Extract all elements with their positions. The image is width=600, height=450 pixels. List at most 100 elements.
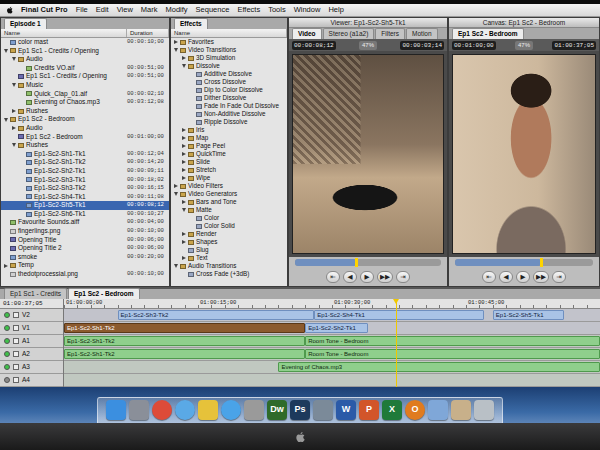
disclosure-triangle-icon[interactable] <box>182 136 186 140</box>
disclosure-triangle-icon[interactable] <box>182 240 186 244</box>
menu-item[interactable]: Effects <box>237 4 260 16</box>
dock-app-icon[interactable]: Ps <box>290 400 310 420</box>
disclosure-triangle-icon[interactable] <box>12 109 16 113</box>
disclosure-triangle-icon[interactable] <box>174 192 178 196</box>
timeline-clip[interactable]: Room Tone - Bedroom <box>305 349 600 359</box>
tab[interactable]: Filters <box>375 28 405 39</box>
column-title[interactable]: Duration <box>127 29 169 37</box>
transport-button[interactable]: ▶ <box>516 271 530 283</box>
effect-row[interactable]: Video Transitions <box>171 46 287 54</box>
browser-row[interactable]: thedotprocessial.png00:00:10;00 <box>1 270 169 279</box>
dock-app-icon[interactable] <box>474 400 494 420</box>
dock-app-icon[interactable]: O <box>405 400 425 420</box>
track-toggle[interactable] <box>4 351 10 357</box>
browser-row[interactable]: color mast00:00:10;00 <box>1 38 169 47</box>
effect-row[interactable]: Page Peel <box>171 142 287 150</box>
effect-row[interactable]: Fade In Fade Out Dissolve <box>171 102 287 110</box>
effect-row[interactable]: Color <box>171 214 287 222</box>
effect-row[interactable]: Favorites <box>171 38 287 46</box>
disclosure-triangle-icon[interactable] <box>182 128 186 132</box>
disclosure-triangle-icon[interactable] <box>182 256 186 260</box>
transport-button[interactable]: ⇤ <box>326 271 340 283</box>
browser-row[interactable]: smoke00:00:20;00 <box>1 253 169 262</box>
effect-row[interactable]: Video Filters <box>171 182 287 190</box>
disclosure-triangle-icon[interactable] <box>182 160 186 164</box>
browser-row[interactable]: Opening Title 200:00:06;00 <box>1 244 169 253</box>
app-menu[interactable]: Final Cut Pro <box>21 4 68 16</box>
effect-row[interactable]: Shapes <box>171 238 287 246</box>
dock-app-icon[interactable] <box>152 400 172 420</box>
dock-app-icon[interactable] <box>175 400 195 420</box>
timeline-clip[interactable]: Room Tone - Bedroom <box>305 336 600 346</box>
scrubber-track[interactable] <box>455 259 593 266</box>
menu-item[interactable]: Tools <box>268 4 286 16</box>
dock-app-icon[interactable]: X <box>382 400 402 420</box>
effect-row[interactable]: Cross Dissolve <box>171 78 287 86</box>
browser-row[interactable]: Rushes <box>1 141 169 150</box>
browser-row[interactable]: Audio <box>1 55 169 64</box>
browser-row[interactable]: Favourite Sounds.aiff00:00:04;00 <box>1 218 169 227</box>
disclosure-triangle-icon[interactable] <box>12 143 16 147</box>
dock-app-icon[interactable] <box>129 400 149 420</box>
zoom-menu[interactable]: 47% <box>515 41 533 50</box>
transport-button[interactable]: ⇥ <box>552 271 566 283</box>
lock-icon[interactable] <box>13 312 19 318</box>
timeline-clip[interactable]: Ep1-Sc2-Sh3-Tk2 <box>118 310 315 320</box>
dock-app-icon[interactable] <box>451 400 471 420</box>
effect-row[interactable]: Slug <box>171 246 287 254</box>
dock-app-icon[interactable] <box>428 400 448 420</box>
effect-row[interactable]: QuickTime <box>171 150 287 158</box>
transport-button[interactable]: ⇥ <box>396 271 410 283</box>
timecode-field[interactable]: 01:00:37;05 <box>552 41 596 50</box>
effect-row[interactable]: Wipe <box>171 174 287 182</box>
browser-row[interactable]: Ep1-Sc2-Sh4-Tk100:00:11;08 <box>1 193 169 202</box>
effect-row[interactable]: Matte <box>171 206 287 214</box>
effect-row[interactable]: Non-Additive Dissolve <box>171 110 287 118</box>
timeline-clip[interactable]: Ep1-Sc2-Sh1-Tk2 <box>64 336 305 346</box>
browser-row[interactable]: Ep1-Sc2-Sh2-Tk100:00:09;11 <box>1 167 169 176</box>
disclosure-triangle-icon[interactable] <box>182 56 186 60</box>
effect-row[interactable]: 3D Simulation <box>171 54 287 62</box>
effect-row[interactable]: Additive Dissolve <box>171 70 287 78</box>
browser-row[interactable]: Ep1 Sc1 - Credits / Opening <box>1 47 169 56</box>
track-toggle[interactable] <box>4 338 10 344</box>
browser-row[interactable]: Audio <box>1 124 169 133</box>
effect-row[interactable]: Color Solid <box>171 222 287 230</box>
disclosure-triangle-icon[interactable] <box>182 176 186 180</box>
tab[interactable]: Ep1 Sc2 - Bedroom <box>452 28 524 39</box>
dock-app-icon[interactable]: P <box>359 400 379 420</box>
disclosure-triangle-icon[interactable] <box>4 264 8 268</box>
tab[interactable]: Motion <box>406 28 438 39</box>
browser-row[interactable]: Opening Title00:00:06;00 <box>1 236 169 245</box>
lock-icon[interactable] <box>13 351 19 357</box>
browser-row[interactable]: Ep1-Sc2-Sh3-Tk200:00:16;15 <box>1 184 169 193</box>
disclosure-triangle-icon[interactable] <box>182 200 186 204</box>
dock-app-icon[interactable] <box>106 400 126 420</box>
tab[interactable]: Stereo (a1a2) <box>323 28 375 39</box>
dock-app-icon[interactable]: W <box>336 400 356 420</box>
effect-row[interactable]: Map <box>171 134 287 142</box>
disclosure-triangle-icon[interactable] <box>4 49 8 53</box>
tab[interactable]: Episode 1 <box>4 18 47 29</box>
effect-row[interactable]: Render <box>171 230 287 238</box>
browser-row[interactable]: Ep1 Sc2 - Bedroom <box>1 115 169 124</box>
menu-item[interactable]: Help <box>328 4 343 16</box>
browser-row[interactable]: fingerlings.png00:00:10;00 <box>1 227 169 236</box>
browser-row[interactable]: Temp <box>1 261 169 270</box>
effect-row[interactable]: Ripple Dissolve <box>171 118 287 126</box>
disclosure-triangle-icon[interactable] <box>12 57 16 61</box>
disclosure-triangle-icon[interactable] <box>12 126 16 130</box>
playhead-knob[interactable] <box>540 258 543 267</box>
menu-item[interactable]: Edit <box>96 4 109 16</box>
browser-row[interactable]: Ep1 Sc2 - Bedroom00:01:00;00 <box>1 133 169 142</box>
effect-row[interactable]: Cross Fade (+3dB) <box>171 270 287 278</box>
playhead-knob[interactable] <box>355 258 358 267</box>
dock-app-icon[interactable] <box>221 400 241 420</box>
dock-app-icon[interactable] <box>198 400 218 420</box>
disclosure-triangle-icon[interactable] <box>174 184 178 188</box>
transport-button[interactable]: ▶▶ <box>533 271 549 283</box>
timeline-clip[interactable]: Ep1-Sc2-Sh5-Tk1 <box>493 310 564 320</box>
lock-icon[interactable] <box>13 338 19 344</box>
disclosure-triangle-icon[interactable] <box>182 64 186 68</box>
track-toggle[interactable] <box>4 312 10 318</box>
